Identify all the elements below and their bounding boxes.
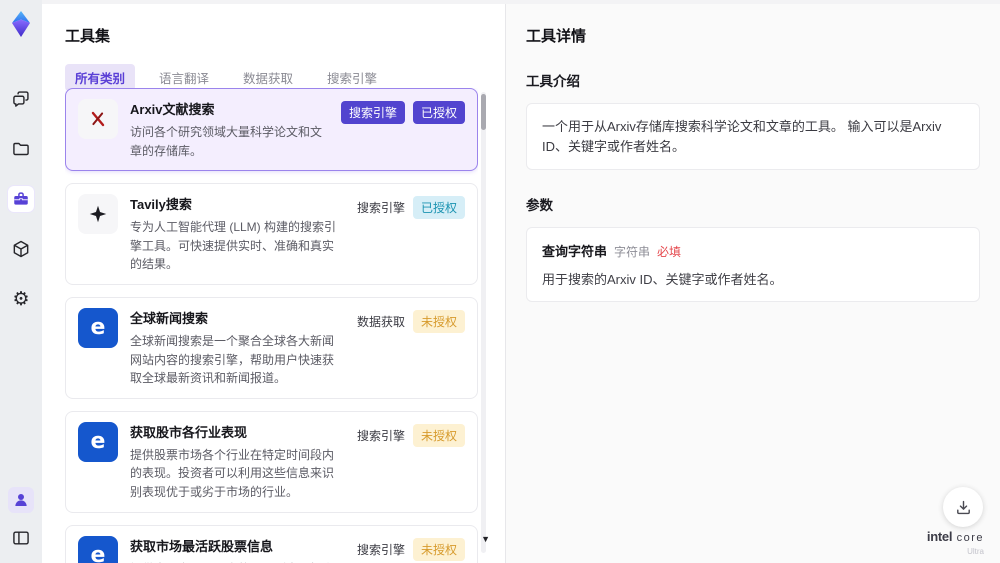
- download-button[interactable]: [943, 487, 983, 527]
- finance-news-icon: e: [78, 535, 118, 563]
- nav-toolbox-icon[interactable]: [8, 186, 34, 212]
- parameter-type: 字符串: [614, 245, 651, 259]
- tool-name: 获取市场最活跃股票信息: [130, 538, 274, 554]
- auth-status-badge: 未授权: [412, 309, 465, 333]
- nav-files-icon[interactable]: [8, 136, 34, 162]
- params-heading: 参数: [526, 198, 553, 213]
- tool-description: 专为人工智能代理 (LLM) 构建的搜索引擎工具。可快速提供实时、准确和真实的结…: [130, 220, 337, 272]
- brand-intel-text: intel: [926, 529, 953, 544]
- tool-name: Arxiv文献搜索: [130, 102, 215, 117]
- app-window: ⚙ 工具集 所有类别 语言翻译 数据获取 搜索引擎 Arxiv文献搜索 访问各个…: [0, 0, 1000, 563]
- tool-card[interactable]: e 全球新闻搜索 全球新闻搜索是一个聚合全球各大新闻网站内容的搜索引擎，帮助用户…: [65, 296, 478, 399]
- app-logo-icon: [7, 9, 35, 44]
- auth-status-badge: 未授权: [412, 537, 465, 561]
- category-badge: 搜索引擎: [356, 542, 405, 557]
- auth-status-badge: 未授权: [412, 423, 465, 447]
- tool-name: 全球新闻搜索: [130, 310, 209, 326]
- tool-list: Arxiv文献搜索 访问各个研究领域大量科学论文和文章的存储库。 搜索引擎 已授…: [65, 88, 478, 563]
- nav-packages-icon[interactable]: [8, 236, 34, 262]
- tool-card[interactable]: Tavily搜索 专为人工智能代理 (LLM) 构建的搜索引擎工具。可快速提供实…: [65, 183, 478, 285]
- parameter-name: 查询字符串: [542, 244, 608, 259]
- scroll-down-arrow[interactable]: ▼: [481, 535, 490, 544]
- scrollbar-thumb[interactable]: [481, 94, 486, 130]
- parameter-item: 查询字符串 字符串 必填 用于搜索的Arxiv ID、关键字或作者姓名。: [542, 241, 964, 288]
- category-badge: 搜索引擎: [356, 201, 405, 216]
- parameter-description: 用于搜索的Arxiv ID、关键字或作者姓名。: [542, 272, 783, 287]
- brand-ultra-text: Ultra: [967, 547, 984, 556]
- tool-card[interactable]: e 获取市场最活跃股票信息 提供当天交易量最高的股票列表，投资者可以利用这些信息…: [65, 524, 478, 563]
- detail-title: 工具详情: [526, 28, 587, 45]
- tool-card[interactable]: e 获取股市各行业表现 提供股票市场各个行业在特定时间段内的表现。投资者可以利用…: [65, 410, 478, 513]
- category-badge: 搜索引擎: [340, 101, 405, 124]
- auth-status-badge: 已授权: [412, 101, 465, 124]
- tool-description: 全球新闻搜索是一个聚合全球各大新闻网站内容的搜索引擎，帮助用户快速获取全球最新资…: [130, 333, 335, 386]
- nav-chat-icon[interactable]: [8, 86, 34, 112]
- intro-text: 一个用于从Arxiv存储库搜索科学论文和文章的工具。 输入可以是Arxiv ID…: [542, 119, 942, 154]
- nav-settings-icon[interactable]: ⚙: [8, 286, 34, 312]
- intel-core-logo: intel core Ultra: [927, 528, 984, 556]
- category-badge: 数据获取: [356, 314, 405, 329]
- category-tabs: 所有类别 语言翻译 数据获取 搜索引擎: [42, 46, 505, 91]
- tool-name: Tavily搜索: [130, 197, 192, 213]
- tool-list-panel: 工具集 所有类别 语言翻译 数据获取 搜索引擎 Arxiv文献搜索 访问各个研究…: [42, 4, 505, 563]
- parameter-required-flag: 必填: [657, 245, 682, 259]
- finance-news-icon: e: [78, 421, 118, 462]
- panel-toggle-icon[interactable]: [8, 525, 34, 551]
- user-profile-icon[interactable]: [8, 487, 34, 513]
- tool-name: 获取股市各行业表现: [130, 424, 248, 440]
- page-title: 工具集: [65, 28, 111, 45]
- tab-translate[interactable]: 语言翻译: [149, 64, 219, 91]
- tab-all[interactable]: 所有类别: [65, 64, 136, 91]
- tool-description: 访问各个研究领域大量科学论文和文章的存储库。: [130, 125, 323, 158]
- tab-data-fetch[interactable]: 数据获取: [233, 64, 303, 91]
- left-nav-rail: ⚙: [0, 0, 42, 563]
- category-badge: 搜索引擎: [356, 428, 405, 443]
- intro-heading: 工具介绍: [526, 74, 580, 89]
- tool-description: 提供股票市场各个行业在特定时间段内的表现。投资者可以利用这些信息来识别表现优于或…: [130, 447, 335, 499]
- tool-card[interactable]: Arxiv文献搜索 访问各个研究领域大量科学论文和文章的存储库。 搜索引擎 已授…: [65, 88, 478, 172]
- brand-core-text: core: [956, 532, 984, 544]
- intro-box: 一个用于从Arxiv存储库搜索科学论文和文章的工具。 输入可以是Arxiv ID…: [526, 103, 980, 170]
- list-scrollbar[interactable]: [481, 92, 486, 553]
- params-box: 查询字符串 字符串 必填 用于搜索的Arxiv ID、关键字或作者姓名。: [526, 227, 980, 302]
- tab-search-engine[interactable]: 搜索引擎: [317, 64, 387, 91]
- arxiv-logo-icon: [78, 99, 118, 139]
- finance-news-icon: e: [78, 307, 118, 348]
- tool-detail-panel: 工具详情 工具介绍 一个用于从Arxiv存储库搜索科学论文和文章的工具。 输入可…: [505, 4, 1000, 563]
- tool-description: 提供当天交易量最高的股票列表，投资者可以利用这些信息来识别流动性强的股票和潜在的…: [130, 560, 345, 563]
- auth-status-badge: 已授权: [412, 196, 465, 220]
- tavily-sparkle-icon: [78, 194, 118, 235]
